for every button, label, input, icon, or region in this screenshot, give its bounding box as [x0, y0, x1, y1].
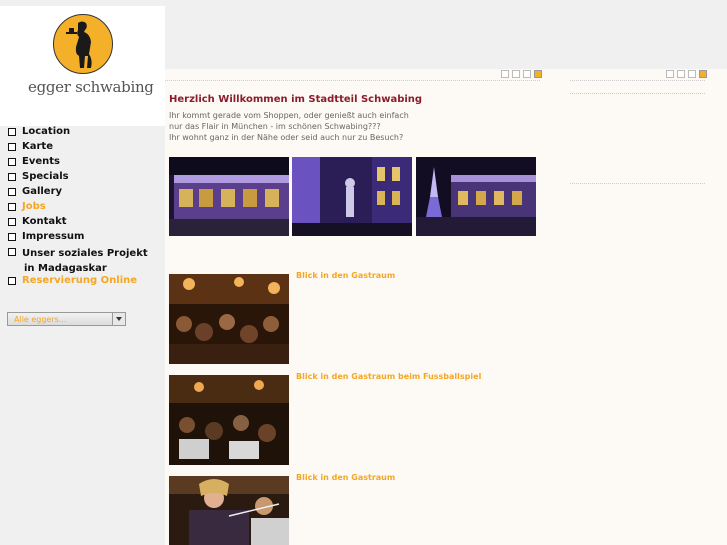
page-dot[interactable]	[512, 70, 520, 78]
page-dot[interactable]	[523, 70, 531, 78]
intro-text: Ihr kommt gerade vom Shoppen, oder genie…	[169, 111, 409, 142]
gallery-photo-1[interactable]	[169, 274, 289, 364]
bullet-icon	[8, 248, 16, 256]
nav-item-gallery[interactable]: Gallery	[8, 186, 148, 201]
nav-item-specials[interactable]: Specials	[8, 171, 148, 186]
hero-photo-statue[interactable]	[292, 157, 412, 236]
page-dot-active[interactable]	[534, 70, 542, 78]
logo-emblem-icon	[53, 14, 113, 74]
hero-photo-exterior[interactable]	[169, 157, 289, 236]
gallery-caption[interactable]: Blick in den Gastraum	[296, 473, 395, 482]
page-title: Herzlich Willkommen im Stadtteil Schwabi…	[169, 94, 423, 105]
nav-item-reservierung[interactable]: Reservierung Online	[8, 275, 148, 290]
main-navigation: Location Karte Events Specials Gallery J…	[8, 126, 148, 290]
bullet-icon	[8, 233, 16, 241]
gallery-caption[interactable]: Blick in den Gastraum beim Fussballspiel	[296, 372, 481, 381]
divider	[570, 183, 705, 184]
logo[interactable]: egger schwabing	[0, 6, 165, 126]
nav-item-karte[interactable]: Karte	[8, 141, 148, 156]
logo-text: egger schwabing	[28, 78, 154, 96]
nav-item-events[interactable]: Events	[8, 156, 148, 171]
page-dot[interactable]	[666, 70, 674, 78]
chevron-down-icon[interactable]	[112, 313, 125, 325]
slideshow-pager-right[interactable]	[666, 70, 707, 78]
nav-item-soziales-projekt[interactable]: Unser soziales Projekt in Madagaskar	[8, 246, 148, 275]
bullet-icon	[8, 277, 16, 285]
bullet-icon	[8, 143, 16, 151]
bullet-icon	[8, 158, 16, 166]
bullet-icon	[8, 218, 16, 226]
divider	[570, 80, 705, 81]
hero-photo-night-facade[interactable]	[416, 157, 536, 236]
bullet-icon	[8, 128, 16, 136]
divider	[570, 93, 705, 94]
gallery-photo-2[interactable]	[169, 375, 289, 465]
divider	[165, 80, 540, 81]
page-dot[interactable]	[688, 70, 696, 78]
bullet-icon	[8, 173, 16, 181]
nav-item-kontakt[interactable]: Kontakt	[8, 216, 148, 231]
nav-item-impressum[interactable]: Impressum	[8, 231, 148, 246]
page-dot[interactable]	[677, 70, 685, 78]
page-dot[interactable]	[501, 70, 509, 78]
page-dot-active[interactable]	[699, 70, 707, 78]
bullet-icon	[8, 203, 16, 211]
location-select[interactable]: Alle eggers...	[7, 312, 126, 326]
gallery-caption[interactable]: Blick in den Gastraum	[296, 271, 395, 280]
nav-item-location[interactable]: Location	[8, 126, 148, 141]
gallery-photo-3[interactable]	[169, 476, 289, 545]
bullet-icon	[8, 188, 16, 196]
nav-item-jobs[interactable]: Jobs	[8, 201, 148, 216]
slideshow-pager-left[interactable]	[501, 70, 542, 78]
